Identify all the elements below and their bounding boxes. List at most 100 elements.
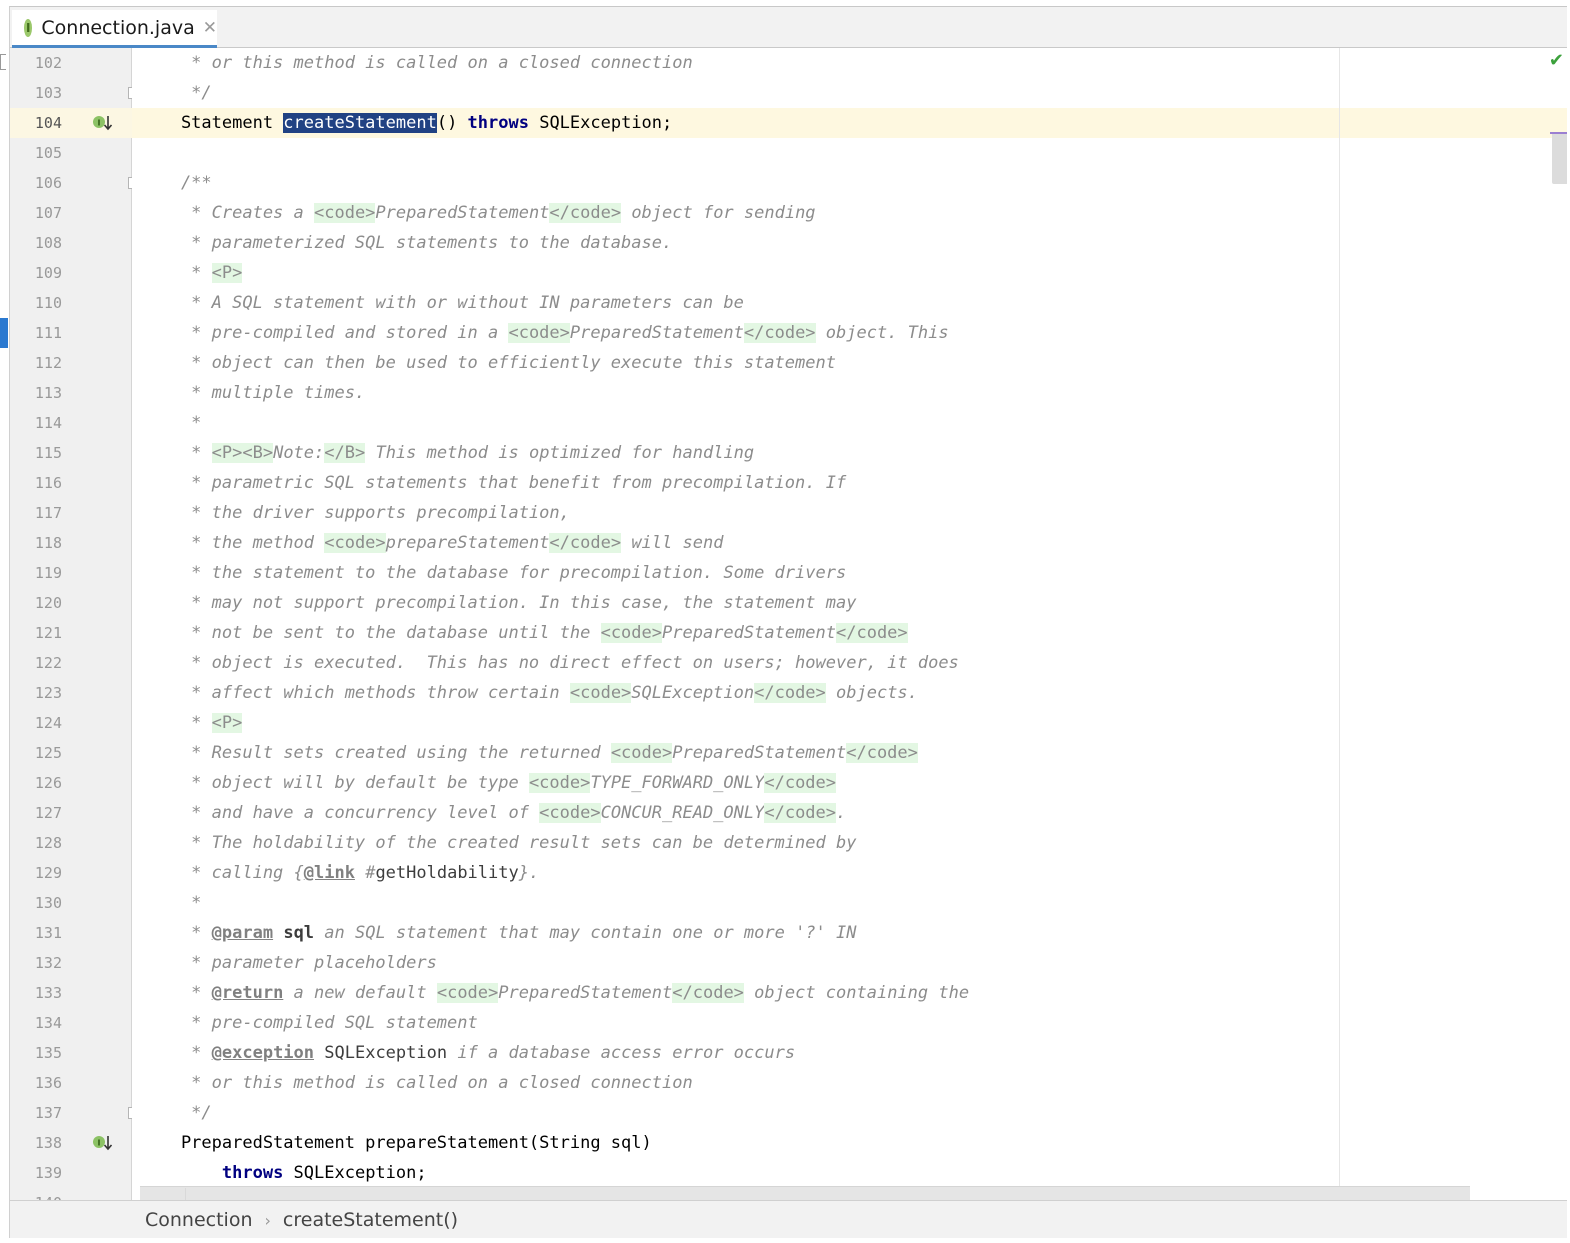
close-tab-icon[interactable]: ✕: [203, 18, 217, 38]
line-number[interactable]: 130: [10, 894, 62, 912]
code-line[interactable]: * multiple times.: [140, 378, 365, 408]
line-number[interactable]: 127: [10, 804, 62, 822]
code-line[interactable]: * <P><B>Note:</B> This method is optimiz…: [140, 438, 754, 468]
code-line[interactable]: * affect which methods throw certain <co…: [140, 678, 918, 708]
line-number[interactable]: 126: [10, 774, 62, 792]
code-token: * Result sets created using the returned: [140, 743, 611, 763]
code-line[interactable]: * and have a concurrency level of <code>…: [140, 798, 846, 828]
html-tag-token: <code>: [314, 203, 376, 223]
line-number-gutter[interactable]: 102 103 104 I 105 106 107 108 109 110 111 112 113 114…: [10, 48, 137, 1212]
code-line[interactable]: * Result sets created using the returned…: [140, 738, 918, 768]
line-number[interactable]: 120: [10, 594, 62, 612]
line-number[interactable]: 124: [10, 714, 62, 732]
breadcrumb-class[interactable]: Connection: [145, 1209, 253, 1231]
line-number[interactable]: 102: [10, 54, 62, 72]
line-number[interactable]: 104: [10, 114, 62, 132]
code-line[interactable]: * the method <code>prepareStatement</cod…: [140, 528, 723, 558]
code-line[interactable]: * <P>: [140, 258, 243, 288]
code-line[interactable]: * pre-compiled and stored in a <code>Pre…: [140, 318, 949, 348]
line-number[interactable]: 129: [10, 864, 62, 882]
code-line[interactable]: * @param sql an SQL statement that may c…: [140, 918, 856, 948]
code-line[interactable]: */: [140, 78, 211, 108]
code-line[interactable]: * @exception SQLException if a database …: [140, 1038, 795, 1068]
line-number[interactable]: 118: [10, 534, 62, 552]
code-line[interactable]: PreparedStatement prepareStatement(Strin…: [140, 1128, 652, 1158]
interface-implemented-icon[interactable]: I: [92, 1133, 112, 1153]
line-number[interactable]: 116: [10, 474, 62, 492]
code-token: Note:: [273, 443, 325, 463]
line-number[interactable]: 110: [10, 294, 62, 312]
html-tag-token: </code>: [836, 623, 908, 643]
code-line[interactable]: * not be sent to the database until the …: [140, 618, 908, 648]
code-line[interactable]: *: [140, 408, 201, 438]
line-number[interactable]: 138: [10, 1134, 62, 1152]
code-token: Statement: [140, 113, 284, 133]
code-line[interactable]: * or this method is called on a closed c…: [140, 1068, 693, 1098]
code-line[interactable]: throws SQLException;: [140, 1158, 427, 1188]
line-number[interactable]: 109: [10, 264, 62, 282]
code-line[interactable]: /**: [140, 168, 212, 198]
line-number[interactable]: 114: [10, 414, 62, 432]
html-tag-token: <P>: [211, 263, 243, 283]
code-line[interactable]: * or this method is called on a closed c…: [140, 48, 693, 78]
line-number[interactable]: 137: [10, 1104, 62, 1122]
line-number[interactable]: 135: [10, 1044, 62, 1062]
line-number[interactable]: 134: [10, 1014, 62, 1032]
line-number[interactable]: 123: [10, 684, 62, 702]
tab-label: Connection.java: [41, 16, 195, 39]
code-line[interactable]: * may not support precompilation. In thi…: [140, 588, 856, 618]
line-number[interactable]: 103: [10, 84, 62, 102]
line-number[interactable]: 139: [10, 1164, 62, 1182]
line-number[interactable]: 125: [10, 744, 62, 762]
code-line[interactable]: * object will by default be type <code>T…: [140, 768, 837, 798]
code-token: This method is optimized for handling: [365, 443, 755, 463]
line-number[interactable]: 111: [10, 324, 62, 342]
horizontal-scrollbar[interactable]: [140, 1186, 1470, 1200]
vertical-scrollbar-thumb[interactable]: [1552, 132, 1567, 184]
code-line[interactable]: *: [140, 888, 201, 918]
line-number[interactable]: 107: [10, 204, 62, 222]
code-line[interactable]: */: [140, 1098, 211, 1128]
line-number[interactable]: 128: [10, 834, 62, 852]
tab-connection-java[interactable]: I Connection.java ✕: [12, 10, 217, 48]
line-number[interactable]: 117: [10, 504, 62, 522]
code-token: * object will by default be type: [140, 773, 529, 793]
code-line[interactable]: * object can then be used to efficiently…: [140, 348, 836, 378]
code-line[interactable]: * pre-compiled SQL statement: [140, 1008, 478, 1038]
code-line[interactable]: * object is executed. This has no direct…: [140, 648, 959, 678]
code-line[interactable]: * parameter placeholders: [140, 948, 437, 978]
line-number[interactable]: 108: [10, 234, 62, 252]
line-number[interactable]: 113: [10, 384, 62, 402]
line-number[interactable]: 122: [10, 654, 62, 672]
line-number[interactable]: 133: [10, 984, 62, 1002]
code-line[interactable]: * the driver supports precompilation,: [140, 498, 570, 528]
code-line[interactable]: * @return a new default <code>PreparedSt…: [140, 978, 969, 1008]
line-number[interactable]: 106: [10, 174, 62, 192]
line-number[interactable]: 136: [10, 1074, 62, 1092]
line-number[interactable]: 115: [10, 444, 62, 462]
code-line[interactable]: Statement createStatement() throws SQLEx…: [140, 108, 672, 138]
code-line[interactable]: * calling {@link #getHoldability}.: [140, 858, 539, 888]
code-token: * object can then be used to efficiently…: [140, 353, 836, 373]
line-number[interactable]: 105: [10, 144, 62, 162]
code-token: object for sending: [621, 203, 816, 223]
code-line[interactable]: * <P>: [140, 708, 243, 738]
line-number[interactable]: 119: [10, 564, 62, 582]
code-token: TYPE_FORWARD_ONLY: [590, 773, 765, 793]
code-line[interactable]: * parameterized SQL statements to the da…: [140, 228, 672, 258]
code-line[interactable]: * the statement to the database for prec…: [140, 558, 846, 588]
line-number[interactable]: 121: [10, 624, 62, 642]
interface-implemented-icon[interactable]: I: [92, 113, 112, 133]
code-token: *: [140, 443, 212, 463]
code-line[interactable]: * A SQL statement with or without IN par…: [140, 288, 744, 318]
code-line[interactable]: * The holdability of the created result …: [140, 828, 856, 858]
line-number[interactable]: 131: [10, 924, 62, 942]
line-number[interactable]: 112: [10, 354, 62, 372]
line-number[interactable]: 132: [10, 954, 62, 972]
code-line[interactable]: * parametric SQL statements that benefit…: [140, 468, 846, 498]
breadcrumb-method[interactable]: createStatement(): [283, 1209, 458, 1231]
keyword-token: throws: [221, 1163, 284, 1183]
code-editor[interactable]: ✔ * or this method is called on a closed…: [132, 48, 1567, 1200]
code-line[interactable]: * Creates a <code>PreparedStatement</cod…: [140, 198, 816, 228]
